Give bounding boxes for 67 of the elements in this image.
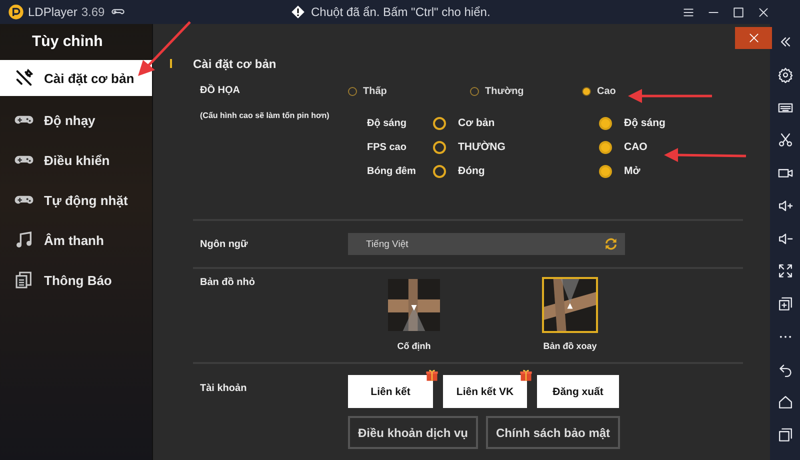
radio-option[interactable]: Cao (582, 86, 682, 97)
maximize-icon[interactable] (732, 6, 745, 18)
mouse-hidden-notice: Chuột đã ẩn. Bấm "Ctrl" cho hiển. (311, 5, 490, 19)
logo-icon (8, 4, 24, 20)
sidebar-item[interactable]: Âm thanh (0, 220, 152, 260)
document-icon (14, 270, 34, 290)
add-window-icon[interactable] (776, 296, 794, 312)
settings-icon[interactable] (776, 66, 794, 83)
home-icon[interactable] (776, 394, 794, 410)
radio-button[interactable] (433, 164, 446, 178)
warning-icon (291, 5, 305, 19)
setting-label: Ngôn ngữ (199, 238, 249, 250)
swap-icon (603, 236, 619, 252)
account-button[interactable]: Đăng xuất (537, 375, 619, 408)
radio-button[interactable] (470, 87, 479, 96)
setting-note: (Cấu hình cao sẽ làm tốn pin hơn) (200, 112, 330, 121)
music-note-icon (14, 230, 34, 250)
account-button[interactable]: Liên kết VK (443, 375, 527, 408)
sidebar-item[interactable]: Cài đặt cơ bản (0, 60, 152, 96)
recent-apps-icon[interactable] (776, 427, 794, 443)
radio-button[interactable] (582, 87, 591, 96)
sidebar-item[interactable]: Thông Báo (0, 260, 152, 300)
language-dropdown[interactable]: Tiếng Việt (348, 233, 625, 255)
radio-button[interactable] (599, 140, 612, 154)
policy-link-button[interactable]: Điều khoản dịch vụ (348, 416, 478, 449)
radio-button[interactable] (433, 116, 446, 130)
app-name: LDPlayer (28, 5, 78, 19)
sidebar-title: Tùy chỉnh (31, 32, 103, 51)
app-version: 3.69 (81, 5, 105, 19)
setting-label: Độ sáng (367, 118, 408, 128)
radio-button[interactable] (599, 116, 612, 130)
back-icon[interactable] (776, 362, 794, 378)
close-icon[interactable] (757, 6, 770, 18)
radio-button[interactable] (433, 140, 446, 154)
radio-option[interactable]: Đóng (433, 164, 599, 178)
setting-label: FPS cao (367, 142, 408, 152)
section-title: Cài đặt cơ bản (193, 57, 276, 71)
setting-label: Bóng đêm (367, 166, 417, 176)
setting-label: Bản đồ nhỏ (199, 277, 256, 290)
radio-option[interactable]: CAO (599, 140, 699, 154)
policy-link-button[interactable]: Chính sách bảo mật (486, 416, 620, 449)
radio-option[interactable]: Mở (599, 164, 699, 178)
minimap-option[interactable]: Bản đồ xoay (541, 277, 599, 362)
expand-icon[interactable] (776, 263, 794, 280)
setting-label: Tài khoản (199, 382, 248, 396)
close-icon (746, 31, 760, 45)
account-button[interactable]: Liên kết (348, 375, 433, 408)
radio-option[interactable]: Độ sáng (599, 116, 699, 130)
sidebar-item[interactable]: Tự động nhặt (0, 180, 152, 220)
sidebar-item[interactable]: Độ nhạy (0, 100, 152, 140)
annotation-arrow (138, 21, 191, 76)
map-thumbnail[interactable] (542, 277, 598, 333)
close-button[interactable] (735, 27, 772, 49)
minimap-option[interactable]: Cố định (385, 277, 443, 362)
radio-button[interactable] (348, 87, 357, 96)
radio-option[interactable]: Thấp (348, 86, 470, 97)
radio-option[interactable]: Cơ bản (433, 116, 599, 130)
radio-button[interactable] (599, 164, 612, 178)
scissors-icon[interactable] (776, 132, 794, 148)
radio-option[interactable]: THƯỜNG (433, 140, 599, 154)
volume-up-icon[interactable] (776, 198, 794, 214)
map-thumbnail[interactable] (386, 277, 442, 333)
volume-down-icon[interactable] (776, 230, 794, 246)
section-marker (170, 59, 172, 68)
setting-label: ĐỒ HỌA (200, 85, 241, 96)
sidebar-item[interactable]: Điều khiển (0, 140, 152, 180)
radio-option[interactable]: Thường (470, 86, 582, 97)
